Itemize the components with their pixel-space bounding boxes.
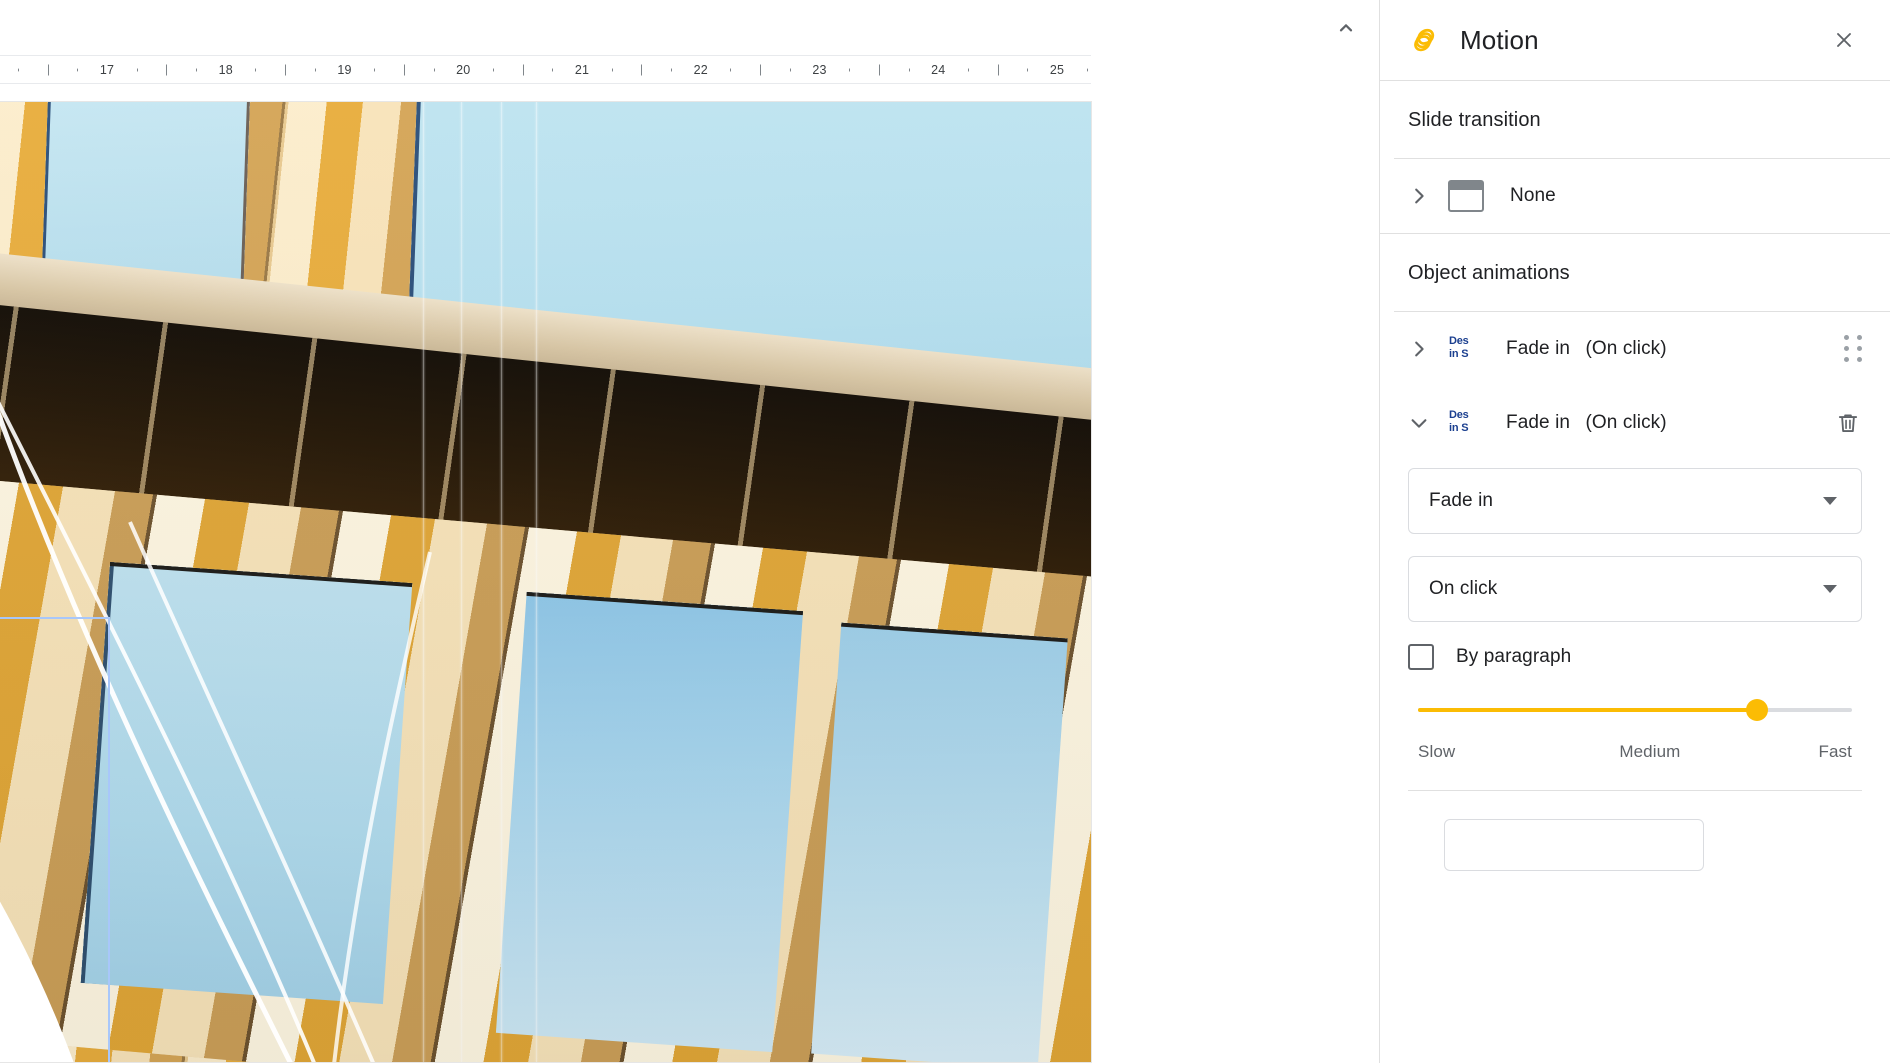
ruler-number: 17: [99, 62, 115, 77]
ruler-tick: [671, 68, 673, 71]
drag-handle-icon[interactable]: [1838, 334, 1868, 364]
ruler-tick-major: [166, 64, 168, 75]
ruler-number: 18: [218, 62, 233, 77]
animation-summary-2: Fade in (On click): [1506, 412, 1828, 434]
add-animation-button[interactable]: [1444, 819, 1704, 871]
ruler-tick-major: [641, 64, 643, 75]
ruler-tick: [849, 68, 851, 71]
ruler-tick-major: [760, 64, 762, 75]
slides-editor-window: 17 18 19 20 21 22 23 24 25 Motion Slide …: [0, 0, 1890, 1063]
speed-label-fast: Fast: [1818, 742, 1852, 761]
chevron-down-icon[interactable]: [1402, 406, 1436, 440]
ruler-tick: [17, 68, 19, 71]
ruler-tick: [789, 68, 791, 71]
ruler-number: 20: [456, 62, 471, 77]
toolbar-strip: [0, 0, 1379, 55]
effect-select-value: Fade in: [1429, 490, 1494, 511]
ruler-tick: [908, 68, 910, 71]
thumbnail-text-line-1: Des: [1449, 335, 1469, 347]
ruler-tick: [136, 68, 138, 71]
ruler-tick: [196, 68, 198, 71]
speed-slider-track[interactable]: [1418, 699, 1852, 721]
caret-down-icon: [1823, 585, 1837, 593]
slide-surface[interactable]: [0, 102, 1091, 1062]
slide-transition-value: None: [1510, 185, 1556, 206]
ruler-tick-major: [403, 64, 405, 75]
animation-effect-1: Fade in: [1506, 338, 1571, 359]
horizontal-ruler[interactable]: 17 18 19 20 21 22 23 24 25: [0, 55, 1091, 84]
ruler-spacer: [1091, 55, 1379, 84]
effect-select[interactable]: Fade in: [1408, 468, 1862, 534]
animation-object-thumbnail: Des in S: [1448, 332, 1486, 366]
delete-icon[interactable]: [1828, 403, 1868, 443]
speed-slider-thumb[interactable]: [1745, 699, 1768, 721]
by-paragraph-checkbox-row[interactable]: By paragraph: [1408, 644, 1862, 670]
ruler-tick: [967, 68, 969, 71]
speed-label-medium: Medium: [1619, 742, 1681, 761]
ruler-tick: [1027, 68, 1029, 71]
animation-detail-panel: Fade in On click By paragraph Slow Mediu…: [1380, 460, 1890, 871]
ruler-tick: [492, 68, 494, 71]
slide-canvas[interactable]: [0, 85, 1379, 1063]
animation-trigger-2: (On click): [1585, 412, 1667, 433]
selected-object-outline[interactable]: [0, 617, 110, 1062]
speed-slider-labels: Slow Medium Fast: [1418, 742, 1852, 762]
ruler-tick: [552, 68, 554, 71]
ruler-tick-major: [522, 64, 524, 75]
animation-summary-1: Fade in (On click): [1506, 338, 1838, 360]
ruler-tick-major: [997, 64, 999, 75]
thumbnail-text-line-1: Des: [1449, 409, 1469, 421]
ruler-tick: [255, 68, 257, 71]
animation-object-thumbnail: Des in S: [1448, 406, 1486, 440]
animation-row-2[interactable]: Des in S Fade in (On click): [1380, 386, 1890, 460]
chevron-right-icon[interactable]: [1402, 332, 1436, 366]
by-paragraph-checkbox[interactable]: [1408, 644, 1434, 670]
speed-slider-fill: [1418, 708, 1757, 712]
motion-rings-icon: [1408, 23, 1442, 57]
close-icon[interactable]: [1822, 18, 1866, 62]
thumbnail-text-line-2: in S: [1449, 422, 1469, 434]
slide-transition-heading: Slide transition: [1408, 109, 1541, 131]
ruler-tick: [374, 68, 376, 71]
ruler-number: 25: [1049, 62, 1065, 77]
ruler-number: 24: [931, 62, 946, 77]
ruler-number: 23: [812, 62, 827, 77]
animation-trigger-1: (On click): [1585, 338, 1667, 359]
ruler-number: 22: [693, 62, 708, 77]
divider: [1408, 790, 1862, 791]
ruler-tick: [730, 68, 732, 71]
slide-transition-icon: [1448, 180, 1484, 212]
chevron-right-icon[interactable]: [1402, 179, 1436, 213]
ruler-number: 19: [337, 62, 352, 77]
motion-panel: Motion Slide transition None Object anim…: [1379, 0, 1890, 1063]
editor-area: 17 18 19 20 21 22 23 24 25: [0, 0, 1379, 1063]
animation-row-1[interactable]: Des in S Fade in (On click): [1380, 312, 1890, 386]
ruler-tick-major: [878, 64, 880, 75]
thumbnail-text-line-2: in S: [1449, 348, 1469, 360]
trigger-select[interactable]: On click: [1408, 556, 1862, 622]
ruler-tick-major: [285, 64, 287, 75]
object-animations-heading: Object animations: [1408, 262, 1570, 284]
ruler-tick: [77, 68, 79, 71]
ruler-tick-major: [47, 64, 49, 75]
slide-transition-row[interactable]: None: [1380, 159, 1890, 233]
animation-effect-2: Fade in: [1506, 412, 1571, 433]
motion-panel-header: Motion: [1380, 0, 1890, 80]
ruler-tick: [1086, 68, 1088, 71]
speed-label-slow: Slow: [1418, 742, 1456, 761]
slide-background-image[interactable]: [0, 102, 1091, 1062]
ruler-tick: [433, 68, 435, 71]
ruler-tick: [611, 68, 613, 71]
caret-down-icon: [1823, 497, 1837, 505]
speed-slider[interactable]: Slow Medium Fast: [1408, 698, 1862, 762]
chevron-up-icon[interactable]: [1322, 3, 1370, 51]
panel-title: Motion: [1460, 24, 1539, 55]
ruler-tick: [314, 68, 316, 71]
trigger-select-value: On click: [1429, 578, 1498, 599]
by-paragraph-label: By paragraph: [1456, 646, 1572, 667]
ruler-number: 21: [574, 62, 590, 77]
